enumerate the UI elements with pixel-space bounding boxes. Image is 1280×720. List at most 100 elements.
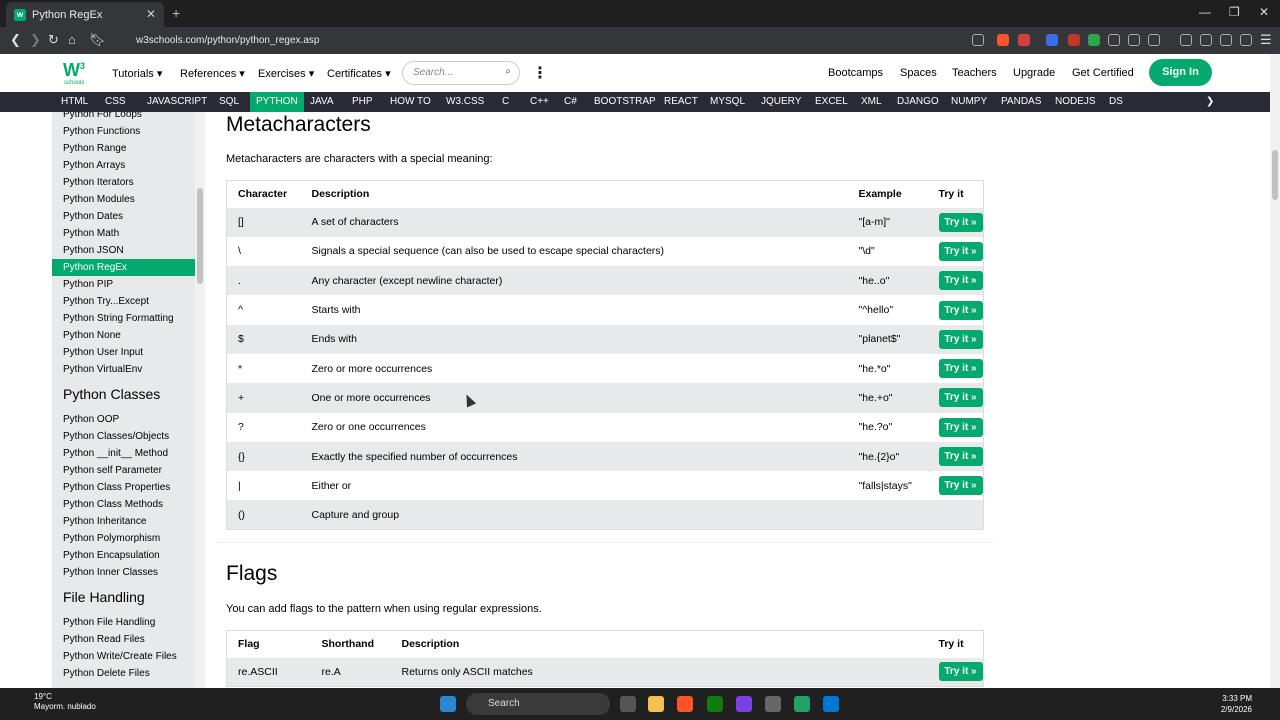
try-it-button[interactable]: Try it » — [938, 417, 983, 437]
sidebar-item[interactable]: Python File Handling — [52, 614, 195, 631]
nav-django[interactable]: DJANGO — [891, 92, 945, 112]
try-it-button[interactable]: Try it » — [938, 241, 983, 261]
try-it-button[interactable]: Try it » — [938, 447, 983, 467]
try-it-button[interactable]: Try it » — [938, 271, 983, 291]
exercises-menu[interactable]: Exercises ▾ — [258, 67, 314, 80]
sidebar-item[interactable]: Python OOP — [52, 411, 195, 428]
sidebar-item[interactable]: Python Class Methods — [52, 496, 195, 513]
nav-java[interactable]: JAVA — [304, 92, 340, 112]
nav-react[interactable]: REACT — [658, 92, 704, 112]
sidebar-item[interactable]: Python Write/Create Files — [52, 648, 195, 665]
minimize-icon[interactable]: — — [1199, 5, 1211, 19]
sidebar-item[interactable]: Python Encapsulation — [52, 547, 195, 564]
sidebar-item[interactable]: Python VirtualEnv — [52, 361, 195, 378]
get-certified-link[interactable]: Get Certified — [1072, 67, 1134, 79]
sidebar-scrollbar[interactable] — [195, 112, 205, 688]
forward-icon[interactable]: ❯ — [30, 32, 41, 48]
nav-c-[interactable]: C# — [558, 92, 583, 112]
sidebar-item[interactable]: Python Math — [52, 225, 195, 242]
spaces-link[interactable]: Spaces — [900, 67, 937, 79]
nav-c-[interactable]: C++ — [524, 92, 555, 112]
certificates-menu[interactable]: Certificates ▾ — [327, 67, 391, 80]
sidebar-item[interactable]: Python PIP — [52, 276, 195, 293]
nav-css[interactable]: CSS — [99, 92, 132, 112]
try-it-button[interactable]: Try it » — [938, 662, 983, 682]
sidebar-item[interactable]: Python Iterators — [52, 174, 195, 191]
sidebar-item[interactable]: Python String Formatting — [52, 310, 195, 327]
try-it-button[interactable]: Try it » — [938, 359, 983, 379]
nav-w3-css[interactable]: W3.CSS — [440, 92, 490, 112]
rewards-icon[interactable] — [1018, 34, 1030, 46]
browser-tab[interactable]: w Python RegEx ✕ — [6, 2, 164, 27]
sidebar-item[interactable]: Python Range — [52, 140, 195, 157]
nav-excel[interactable]: EXCEL — [809, 92, 854, 112]
brave-shield-icon[interactable] — [997, 34, 1009, 46]
sidebar-item[interactable]: Python Read Files — [52, 631, 195, 648]
nav-numpy[interactable]: NUMPY — [945, 92, 993, 112]
upgrade-link[interactable]: Upgrade — [1013, 67, 1055, 79]
more-options-icon[interactable]: ⋮ — [532, 63, 548, 83]
sidebar-item[interactable]: Python For Loops — [52, 112, 195, 123]
nav-next-icon[interactable]: ❯ — [1200, 92, 1220, 112]
sidebar-item[interactable]: Python __init__ Method — [52, 445, 195, 462]
extension-icon[interactable] — [1046, 34, 1058, 46]
nav-xml[interactable]: XML — [855, 92, 888, 112]
sidebar-item[interactable]: Python Classes/Objects — [52, 428, 195, 445]
cast-icon[interactable] — [1128, 34, 1140, 46]
sidebar-item[interactable]: Python JSON — [52, 242, 195, 259]
nav-nodejs[interactable]: NODEJS — [1049, 92, 1102, 112]
sidebar-item[interactable]: Python Polymorphism — [52, 530, 195, 547]
new-tab-icon[interactable]: + — [172, 5, 180, 21]
references-menu[interactable]: References ▾ — [180, 67, 245, 80]
extension-icon[interactable] — [1068, 34, 1080, 46]
window-close-icon[interactable]: ✕ — [1259, 5, 1269, 19]
home-icon[interactable]: ⌂ — [68, 32, 76, 47]
nav-html[interactable]: HTML — [55, 92, 94, 112]
sidebar-item[interactable]: Python Try...Except — [52, 293, 195, 310]
extensions-puzzle-icon[interactable] — [1108, 34, 1120, 46]
sidebar-item[interactable]: Python Delete Files — [52, 665, 195, 682]
try-it-button[interactable]: Try it » — [938, 388, 983, 408]
nav-mysql[interactable]: MYSQL — [704, 92, 751, 112]
search-icon[interactable]: ⌕ — [505, 66, 511, 77]
wallet-icon[interactable] — [1148, 34, 1160, 46]
close-tab-icon[interactable]: ✕ — [146, 7, 156, 21]
task-view-icon[interactable] — [620, 696, 636, 712]
brave-browser-icon[interactable] — [677, 696, 693, 712]
sign-in-button[interactable]: Sign In — [1149, 59, 1212, 86]
nav-c[interactable]: C — [496, 92, 515, 112]
screenshot-icon[interactable] — [1200, 34, 1212, 46]
menu-icon[interactable]: ☰ — [1260, 32, 1272, 48]
sidebar-item[interactable]: Python Arrays — [52, 157, 195, 174]
nav-bootstrap[interactable]: BOOTSTRAP — [588, 92, 662, 112]
page-scrollbar[interactable] — [1270, 54, 1280, 688]
sidebar-toggle-icon[interactable] — [1180, 34, 1192, 46]
maximize-icon[interactable]: ❐ — [1229, 5, 1240, 19]
bookmark-icon[interactable]: 🔖︎ — [89, 32, 106, 48]
system-clock[interactable]: 3:33 PM 2/9/2026 — [1216, 693, 1252, 715]
w3schools-logo[interactable]: W3 schools — [63, 60, 91, 86]
sidebar-item[interactable]: Python self Parameter — [52, 462, 195, 479]
reload-icon[interactable]: ↻ — [48, 32, 59, 48]
sidebar-scroll-thumb[interactable] — [197, 188, 203, 284]
nav-jquery[interactable]: JQUERY — [755, 92, 807, 112]
share-icon[interactable] — [972, 34, 984, 46]
app-icon[interactable] — [736, 696, 752, 712]
settings-icon[interactable] — [765, 696, 781, 712]
try-it-button[interactable]: Try it » — [938, 300, 983, 320]
nav-javascript[interactable]: JAVASCRIPT — [141, 92, 213, 112]
url-input[interactable]: w3schools.com/python/python_regex.asp — [108, 30, 988, 51]
app-icon[interactable] — [794, 696, 810, 712]
sidebar-item[interactable]: Python RegEx — [52, 259, 195, 276]
xbox-icon[interactable] — [707, 696, 723, 712]
try-it-button[interactable]: Try it » — [938, 476, 983, 496]
try-it-button[interactable]: Try it » — [938, 329, 983, 349]
sidebar-item[interactable]: Python Modules — [52, 191, 195, 208]
vpn-icon[interactable] — [1240, 34, 1252, 46]
nav-pandas[interactable]: PANDAS — [995, 92, 1047, 112]
tutorials-menu[interactable]: Tutorials ▾ — [112, 67, 162, 80]
extension-icon[interactable] — [1088, 34, 1100, 46]
leo-ai-icon[interactable] — [1220, 34, 1232, 46]
file-explorer-icon[interactable] — [648, 696, 664, 712]
windows-start-icon[interactable] — [440, 696, 456, 712]
